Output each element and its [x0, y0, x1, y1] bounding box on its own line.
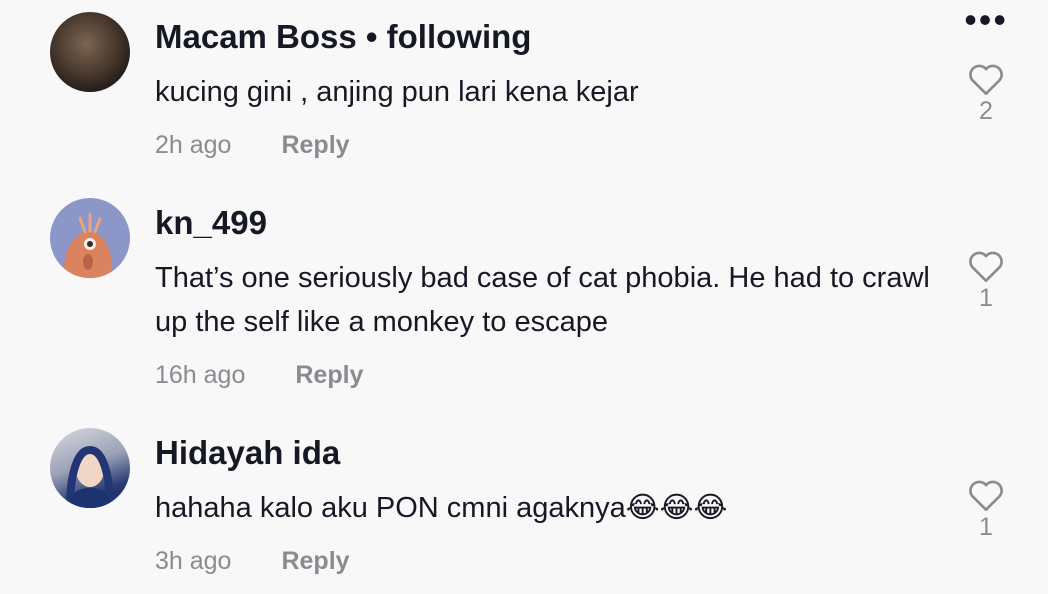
comment-username[interactable]: Hidayah ida	[155, 433, 340, 473]
like-count: 1	[979, 513, 993, 541]
avatar[interactable]	[50, 198, 130, 278]
comment-username[interactable]: Macam Boss • following	[155, 17, 531, 57]
profile-photo-icon	[65, 445, 115, 508]
reply-button[interactable]: Reply	[281, 547, 349, 575]
comment-username[interactable]: kn_499	[155, 203, 267, 243]
avatar[interactable]	[50, 12, 130, 92]
avatar[interactable]	[50, 428, 130, 508]
like-button[interactable]: 1	[966, 478, 1006, 542]
comment-text: kucing gini , anjing pun lari kena kejar	[155, 76, 639, 108]
comment-meta: 16h ago Reply	[155, 360, 363, 390]
reply-button[interactable]: Reply	[281, 131, 349, 159]
heart-icon	[969, 480, 1003, 511]
more-options-icon[interactable]: •••	[964, 2, 1008, 38]
creature-avatar-icon	[63, 212, 113, 278]
comment-time: 2h ago	[155, 131, 232, 159]
like-button[interactable]: 1	[966, 249, 1006, 313]
reply-button[interactable]: Reply	[295, 361, 363, 389]
comment-meta: 3h ago Reply	[155, 546, 350, 576]
comment-time: 16h ago	[155, 361, 246, 389]
comment-text: That’s one seriously bad case of cat pho…	[155, 262, 930, 338]
heart-icon	[969, 64, 1003, 95]
like-count: 1	[979, 284, 993, 312]
like-count: 2	[979, 97, 993, 125]
heart-icon	[969, 251, 1003, 282]
comment-meta: 2h ago Reply	[155, 130, 350, 160]
comment-time: 3h ago	[155, 547, 232, 575]
like-button[interactable]: 2	[966, 62, 1006, 126]
comment-text: hahaha kalo aku PON cmni agaknya😂😂😂	[155, 492, 728, 524]
